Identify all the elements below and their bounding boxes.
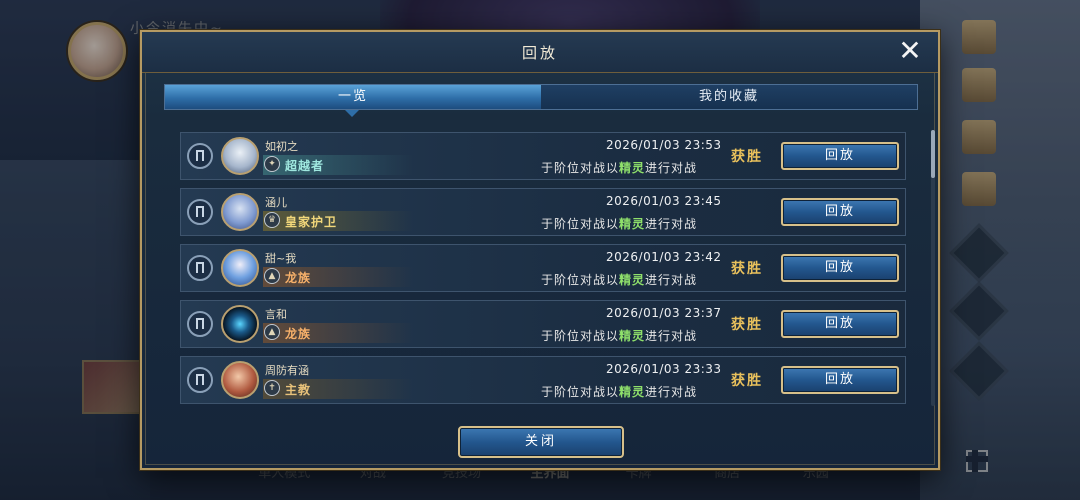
class-emblem-icon: ▲ [264,324,280,340]
opponent-avatar [221,249,259,287]
match-description: 于阶位对战以精灵进行对战 [541,217,698,231]
replay-row: 甜~我 ▲ 龙族 2026/01/03 23:42 于阶位对战以精灵进行对战 获… [180,244,906,292]
opponent-name: 如初之 [265,140,298,153]
replay-list: 如初之 ✦ 超越者 2026/01/03 23:53 于阶位对战以精灵进行对战 … [180,132,908,404]
bookmark-icon[interactable] [187,311,213,337]
bookmark-icon[interactable] [187,199,213,225]
match-description: 于阶位对战以精灵进行对战 [541,385,698,399]
class-tag: ♛ 皇家护卫 [263,211,413,231]
replay-button[interactable]: 回放 [781,366,899,394]
bookmark-icon[interactable] [187,367,213,393]
match-datetime: 2026/01/03 23:53 [606,138,722,152]
match-datetime: 2026/01/03 23:37 [606,306,722,320]
close-icon[interactable]: ✕ [896,37,924,66]
replay-button[interactable]: 回放 [781,310,899,338]
replay-button[interactable]: 回放 [781,142,899,170]
class-name: 龙族 [285,327,312,341]
class-tag: ▲ 龙族 [263,267,413,287]
tab-overview[interactable]: 一览 [165,85,541,109]
bookmark-icon[interactable] [187,143,213,169]
match-description: 于阶位对战以精灵进行对战 [541,329,698,343]
match-result: 获胜 [731,261,763,277]
class-name: 超越者 [285,159,325,173]
replay-row: 如初之 ✦ 超越者 2026/01/03 23:53 于阶位对战以精灵进行对战 … [180,132,906,180]
match-description: 于阶位对战以精灵进行对战 [541,273,698,287]
class-emblem-icon: ▲ [264,268,280,284]
class-emblem-icon: ✝ [264,380,280,396]
class-name: 主教 [285,383,312,397]
replay-button[interactable]: 回放 [781,198,899,226]
opponent-avatar [221,193,259,231]
match-datetime: 2026/01/03 23:42 [606,250,722,264]
close-button[interactable]: 关闭 [458,426,624,458]
tab-favorites[interactable]: 我的收藏 [541,85,917,109]
class-name: 龙族 [285,271,312,285]
replay-row: 言和 ▲ 龙族 2026/01/03 23:37 于阶位对战以精灵进行对战 获胜… [180,300,906,348]
replay-row: 周防有涵 ✝ 主教 2026/01/03 23:33 于阶位对战以精灵进行对战 … [180,356,906,404]
replay-dialog: 回放 ✕ 一览 我的收藏 如初之 ✦ 超越者 2026/01/03 23:53 … [140,30,940,470]
opponent-avatar [221,137,259,175]
list-scrollbar[interactable] [931,130,935,406]
active-tab-pointer-icon [345,110,359,117]
dialog-header: 回放 ✕ [142,32,938,73]
class-tag: ▲ 龙族 [263,323,413,343]
match-result: 获胜 [731,317,763,333]
replay-button[interactable]: 回放 [781,254,899,282]
scrollbar-thumb[interactable] [931,130,935,178]
opponent-name: 言和 [265,308,287,321]
opponent-avatar [221,361,259,399]
class-tag: ✦ 超越者 [263,155,413,175]
opponent-name: 周防有涵 [265,364,309,377]
bookmark-icon[interactable] [187,255,213,281]
opponent-name: 涵儿 [265,196,287,209]
dialog-title: 回放 [521,44,558,62]
opponent-avatar [221,305,259,343]
match-datetime: 2026/01/03 23:33 [606,362,722,376]
match-datetime: 2026/01/03 23:45 [606,194,722,208]
replay-tabs: 一览 我的收藏 [164,84,918,110]
match-result: 获胜 [731,149,763,165]
match-description: 于阶位对战以精灵进行对战 [541,161,698,175]
class-emblem-icon: ♛ [264,212,280,228]
class-tag: ✝ 主教 [263,379,413,399]
replay-row: 涵儿 ♛ 皇家护卫 2026/01/03 23:45 于阶位对战以精灵进行对战 … [180,188,906,236]
class-emblem-icon: ✦ [264,156,280,172]
match-result: 获胜 [731,373,763,389]
class-name: 皇家护卫 [285,215,338,229]
opponent-name: 甜~我 [265,252,297,265]
